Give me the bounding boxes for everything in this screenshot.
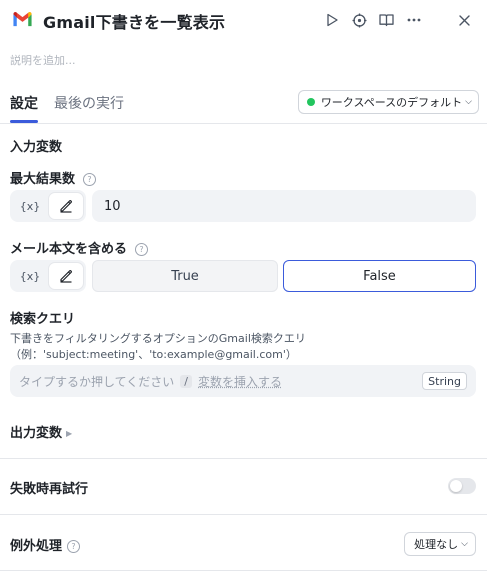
exception-label-text: 例外処理	[10, 539, 63, 554]
slash-key-badge: /	[180, 374, 192, 388]
retry-toggle[interactable]	[448, 478, 476, 494]
chevron-down-icon: ⌵	[465, 97, 472, 107]
workspace-label: ワークスペースのデフォルト	[320, 96, 463, 109]
search-query-input[interactable]: タイプするか押してください / 変数を挿入する String	[10, 365, 476, 397]
chevron-down-icon: ⌵	[461, 539, 468, 549]
status-dot	[306, 98, 315, 106]
false-option-button[interactable]: False	[283, 260, 476, 292]
include-body-label: メール本文を含める?	[10, 238, 149, 257]
pencil-icon	[60, 270, 72, 283]
page-title: Gmail下書きを一覧表示	[43, 13, 226, 32]
pencil-icon	[60, 200, 72, 213]
divider	[0, 458, 487, 459]
help-icon[interactable]: ?	[135, 243, 149, 256]
outputs-section-toggle[interactable]: 出力変数 ▶	[10, 422, 72, 441]
workspace-select[interactable]: ワークスペースのデフォルト ⌵	[297, 90, 479, 114]
exception-value: 処理なし	[414, 538, 459, 551]
type-badge: String	[422, 372, 467, 390]
exception-label: 例外処理?	[10, 535, 81, 554]
variable-mode-button[interactable]: {x}	[13, 263, 47, 289]
header: Gmail下書きを一覧表示	[0, 0, 487, 42]
search-query-label: 検索クエリ	[10, 312, 76, 327]
caret-right-icon: ▶	[66, 429, 73, 438]
divider	[0, 570, 487, 571]
edit-mode-button[interactable]	[49, 263, 83, 289]
book-icon[interactable]	[377, 11, 395, 29]
edit-mode-button[interactable]	[49, 193, 83, 219]
include-body-mode-toggle: {x}	[10, 260, 86, 292]
divider	[0, 514, 487, 515]
toggle-knob	[450, 480, 462, 492]
max-results-label: 最大結果数?	[10, 168, 97, 187]
retry-label: 失敗時再試行	[10, 482, 89, 497]
max-results-input[interactable]: 10	[92, 190, 476, 222]
inputs-section-title: 入力変数	[10, 140, 63, 155]
tab-bar: 設定 最後の実行 ワークスペースのデフォルト ⌵	[0, 82, 487, 124]
help-icon[interactable]: ?	[67, 540, 81, 553]
variable-mode-button[interactable]: {x}	[13, 193, 47, 219]
max-results-label-text: 最大結果数	[10, 172, 76, 187]
query-placeholder: タイプするか押してください	[19, 374, 175, 389]
search-query-hint: 下書きをフィルタリングするオプションのGmail検索クエリ	[10, 332, 306, 345]
close-icon[interactable]	[455, 11, 473, 29]
active-tab-indicator	[10, 120, 38, 123]
tab-settings[interactable]: 設定	[10, 93, 38, 113]
target-icon[interactable]	[350, 11, 368, 29]
help-icon[interactable]: ?	[83, 173, 97, 186]
tab-last-run[interactable]: 最後の実行	[54, 93, 124, 113]
description-input[interactable]: 説明を追加...	[10, 52, 76, 68]
gmail-logo	[13, 12, 32, 27]
outputs-section-title: 出力変数	[10, 426, 63, 441]
true-option-button[interactable]: True	[92, 260, 278, 292]
play-icon[interactable]	[323, 11, 341, 29]
max-results-mode-toggle: {x}	[10, 190, 86, 222]
include-body-label-text: メール本文を含める	[10, 242, 128, 257]
exception-select[interactable]: 処理なし ⌵	[404, 532, 476, 556]
more-icon[interactable]	[405, 11, 423, 29]
search-query-example: （例：'subject:meeting'、'to:example@gmail.c…	[10, 348, 297, 361]
insert-variable-link[interactable]: 変数を挿入する	[198, 373, 282, 390]
